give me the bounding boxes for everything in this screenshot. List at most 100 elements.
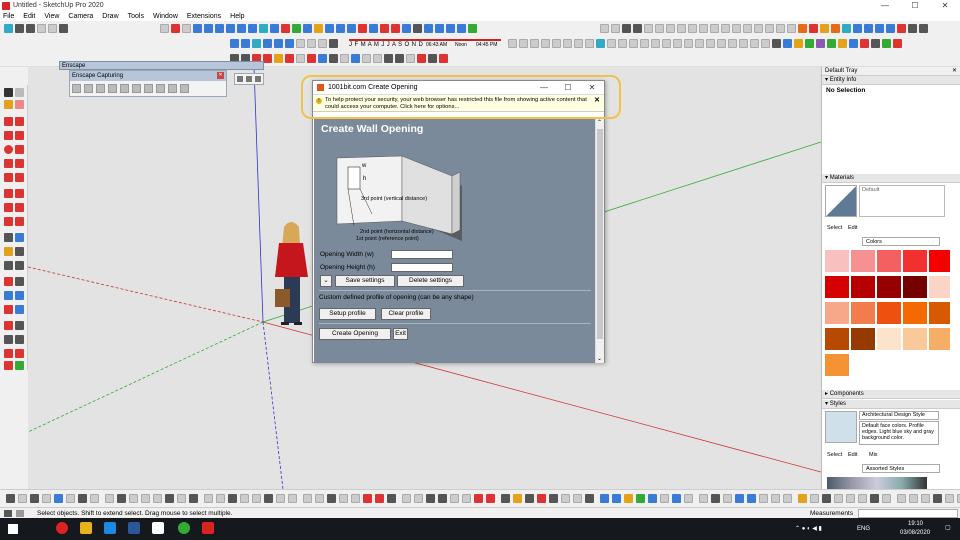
layout-tool-icon[interactable] — [4, 361, 13, 370]
menu-window[interactable]: Window — [153, 13, 178, 20]
back-view-icon[interactable] — [274, 39, 283, 48]
row3-f-icon[interactable] — [285, 54, 294, 63]
status-credits-icon[interactable] — [16, 510, 24, 517]
menu-camera[interactable]: Camera — [68, 13, 93, 20]
bottom-tool-icon[interactable] — [66, 494, 75, 503]
opera-icon[interactable] — [56, 522, 68, 534]
bottom-tool-icon[interactable] — [276, 494, 285, 503]
style-m-icon[interactable] — [640, 39, 649, 48]
menu-edit[interactable]: Edit — [23, 13, 35, 20]
minimize-button[interactable]: — — [870, 0, 900, 11]
ruby-tool-icon[interactable] — [15, 361, 24, 370]
style-p-icon[interactable] — [673, 39, 682, 48]
tool-m-icon[interactable] — [732, 24, 741, 33]
push-pull-icon[interactable] — [204, 24, 213, 33]
tool-t-icon[interactable] — [809, 24, 818, 33]
bottom-tool-icon[interactable] — [636, 494, 645, 503]
record-icon[interactable] — [171, 24, 180, 33]
close-button[interactable]: ✕ — [930, 0, 960, 11]
bottom-tool-icon[interactable] — [513, 494, 522, 503]
style-s-icon[interactable] — [706, 39, 715, 48]
tool-z-icon[interactable] — [875, 24, 884, 33]
bottom-tool-icon[interactable] — [6, 494, 15, 503]
measurements-input[interactable] — [858, 509, 958, 518]
bottom-tool-icon[interactable] — [537, 494, 546, 503]
tool-b-icon[interactable] — [611, 24, 620, 33]
color-swatch[interactable] — [825, 328, 849, 350]
look-around-icon[interactable] — [468, 24, 477, 33]
row3-m-icon[interactable] — [362, 54, 371, 63]
color-swatch[interactable] — [851, 328, 875, 350]
clock-time[interactable]: 19:10 — [908, 521, 923, 527]
dialog-scrollbar[interactable]: ⌃ ⌄ — [595, 118, 604, 363]
materials-edit-tab[interactable]: Edit — [848, 225, 857, 231]
color-swatch[interactable] — [903, 328, 927, 350]
pie-icon[interactable] — [15, 173, 24, 182]
xray-icon[interactable] — [296, 39, 305, 48]
bottom-tool-icon[interactable] — [327, 494, 336, 503]
bottom-tool-icon[interactable] — [525, 494, 534, 503]
row3-h-icon[interactable] — [307, 54, 316, 63]
zoom-tool-icon[interactable] — [4, 291, 13, 300]
color-swatch[interactable] — [825, 302, 849, 324]
setup-profile-button[interactable]: Setup profile — [319, 308, 376, 320]
color-swatch[interactable] — [903, 250, 927, 272]
bottom-tool-icon[interactable] — [375, 494, 384, 503]
style-c-icon[interactable] — [530, 39, 539, 48]
components-header[interactable]: ▸ Components — [822, 390, 960, 399]
bottom-tool-icon[interactable] — [105, 494, 114, 503]
paint-bucket-icon[interactable] — [4, 100, 13, 109]
left-view-icon[interactable] — [285, 39, 294, 48]
bottom-tool-icon[interactable] — [264, 494, 273, 503]
position-camera-tool-icon[interactable] — [4, 321, 13, 330]
tool-n-icon[interactable] — [743, 24, 752, 33]
bottom-tool-icon[interactable] — [798, 494, 807, 503]
style-ag-icon[interactable] — [860, 39, 869, 48]
clear-profile-button[interactable]: Clear profile — [381, 308, 431, 320]
row3-r-icon[interactable] — [417, 54, 426, 63]
row3-j-icon[interactable] — [329, 54, 338, 63]
tool-aa-icon[interactable] — [886, 24, 895, 33]
settings-gear-icon[interactable] — [59, 24, 68, 33]
bottom-tool-icon[interactable] — [882, 494, 891, 503]
clock-date[interactable]: 03/08/2020 — [900, 530, 930, 536]
bottom-tool-icon[interactable] — [54, 494, 63, 503]
tape-icon[interactable] — [270, 24, 279, 33]
bottom-tool-icon[interactable] — [921, 494, 930, 503]
row3-e-icon[interactable] — [274, 54, 283, 63]
bottom-tool-icon[interactable] — [672, 494, 681, 503]
enscape-capturing-toolbar[interactable]: Enscape Capturing ✕ — [69, 70, 227, 97]
tool-j-icon[interactable] — [699, 24, 708, 33]
bottom-tool-icon[interactable] — [870, 494, 879, 503]
row3-d-icon[interactable] — [263, 54, 272, 63]
material-name-box[interactable]: Default — [859, 185, 945, 217]
iso-view-icon[interactable] — [230, 39, 239, 48]
bottom-tool-icon[interactable] — [933, 494, 942, 503]
ext-manager-icon[interactable] — [15, 349, 24, 358]
arc-icon[interactable] — [4, 159, 13, 168]
bottom-tool-icon[interactable] — [486, 494, 495, 503]
tool-q-icon[interactable] — [776, 24, 785, 33]
color-swatch[interactable] — [825, 276, 849, 298]
previous-view-icon[interactable] — [369, 24, 378, 33]
front-view-icon[interactable] — [252, 39, 261, 48]
display-section-icon[interactable] — [435, 24, 444, 33]
protractor-tool-icon[interactable] — [4, 247, 13, 256]
lasso-icon[interactable] — [15, 88, 24, 97]
style-j-icon[interactable] — [607, 39, 616, 48]
color-swatch[interactable] — [877, 328, 901, 350]
select-arrow-icon[interactable] — [4, 88, 13, 97]
capture-panorama-icon[interactable] — [96, 84, 105, 93]
color-swatch[interactable] — [877, 250, 901, 272]
zoom-extents-icon[interactable] — [358, 24, 367, 33]
menu-help[interactable]: Help — [230, 13, 244, 20]
style-name-box[interactable]: Architectural Design Style — [859, 411, 939, 420]
bottom-tool-icon[interactable] — [42, 494, 51, 503]
style-af-icon[interactable] — [849, 39, 858, 48]
orbit-tool-icon[interactable] — [4, 277, 13, 286]
tool-p-icon[interactable] — [765, 24, 774, 33]
style-b-icon[interactable] — [519, 39, 528, 48]
extension-warehouse-icon[interactable] — [391, 24, 400, 33]
style-t-icon[interactable] — [717, 39, 726, 48]
protractor-icon[interactable] — [292, 24, 301, 33]
